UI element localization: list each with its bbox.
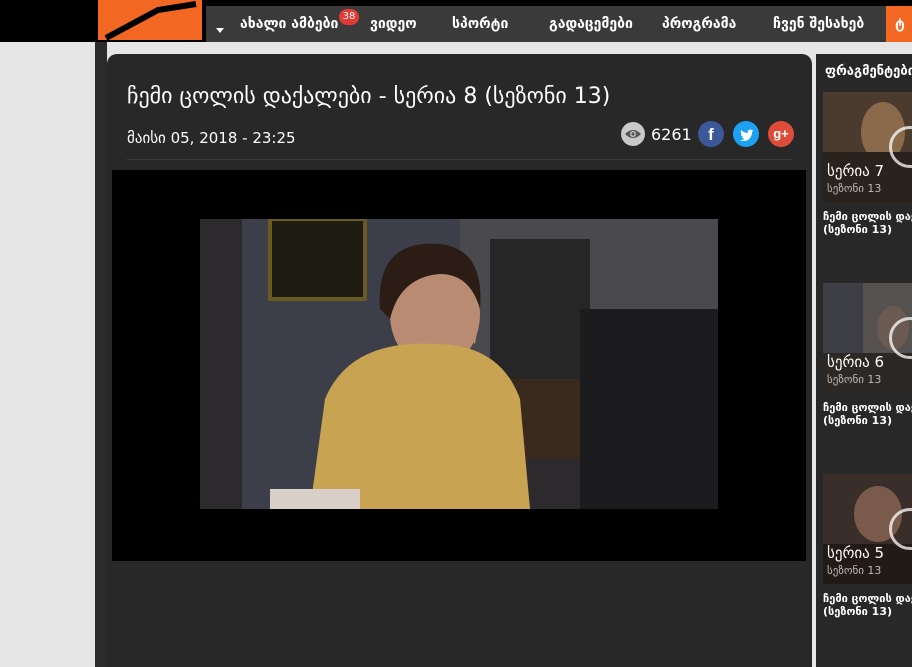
nav-item-video[interactable]: ვიდეო: [370, 16, 417, 32]
fragment-title[interactable]: ჩემი ცოლის დაქ (სეზონი 13): [823, 401, 912, 427]
google-plus-share-icon[interactable]: g+: [768, 121, 794, 147]
twitter-share-icon[interactable]: [733, 121, 759, 147]
fragment-season: სეზონი 13: [827, 373, 882, 386]
nav-item-news[interactable]: ახალი ამბები: [240, 16, 338, 32]
fragment-title[interactable]: ჩემი ცოლის დაქ (სეზონი 13): [823, 210, 912, 236]
facebook-share-icon[interactable]: f: [698, 121, 724, 147]
fragment-season: სეზონი 13: [827, 182, 882, 195]
fragment-thumbnail[interactable]: სერია 6 სეზონი 13: [823, 283, 912, 393]
video-title: ჩემი ცოლის დაქალები - სერია 8 (სეზონი 13…: [127, 84, 611, 109]
fragments-header: ფრაგმენტები: [825, 64, 912, 79]
fragment-title[interactable]: ჩემი ცოლის დაქ (სეზონი 13): [823, 592, 912, 618]
fragment-thumbnail[interactable]: სერია 7 სეზონი 13: [823, 92, 912, 202]
header-divider: [127, 159, 792, 160]
fragment-season: სეზონი 13: [827, 564, 882, 577]
nav-item-about[interactable]: ჩვენ შესახებ: [773, 16, 864, 32]
nav-item-shows[interactable]: გადაცემები: [549, 16, 633, 32]
nav-dropdown-icon[interactable]: [216, 28, 224, 33]
site-logo[interactable]: [98, 0, 202, 40]
top-bar: ახალი ამბები 38 ვიდეო სპორტი გადაცემები …: [0, 0, 912, 42]
video-frame[interactable]: [200, 219, 718, 509]
video-player[interactable]: [112, 170, 806, 561]
views-count: 6261: [651, 124, 692, 144]
nav-item-schedule[interactable]: პროგრამა: [662, 16, 736, 32]
news-count-badge: 38: [339, 9, 359, 25]
nav-item-sport[interactable]: სპორტი: [452, 16, 508, 32]
fragment-thumbnail[interactable]: სერია 5 სეზონი 13: [823, 474, 912, 584]
video-card: ჩემი ცოლის დაქალები - სერია 8 (სეზონი 13…: [107, 54, 812, 667]
eye-icon: [621, 122, 645, 146]
fragment-episode: სერია 7: [827, 162, 885, 180]
fragments-sidebar: ფრაგმენტები სერია 7 სეზონი 13 ჩემი ცოლის…: [816, 54, 912, 667]
nav-item-extra[interactable]: ტ: [886, 6, 912, 42]
left-strip: [95, 42, 107, 667]
views-counter: 6261: [621, 122, 692, 146]
fragment-episode: სერია 5: [827, 544, 885, 562]
video-date: მაისი 05, 2018 - 23:25: [127, 129, 296, 147]
fragment-episode: სერია 6: [827, 353, 885, 371]
